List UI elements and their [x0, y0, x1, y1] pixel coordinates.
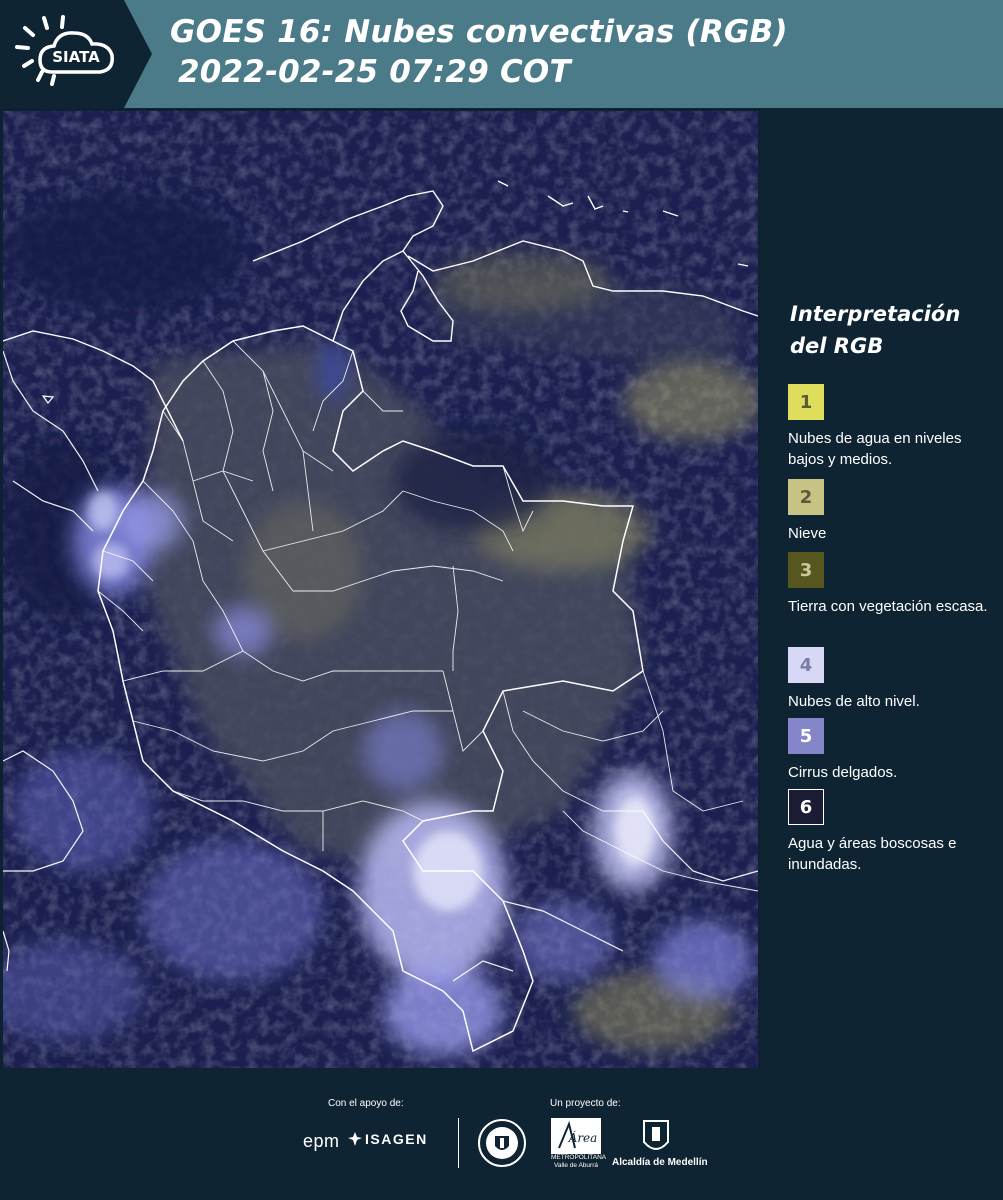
legend-swatch: 2 [788, 479, 824, 515]
alcaldia-shield-icon [643, 1120, 669, 1150]
legend-label: Agua y áreas boscosas e inundadas. [788, 835, 957, 873]
timestamp: 2022-02-25 07:29 COT [178, 54, 571, 90]
svg-text:Área: Área [568, 1130, 598, 1145]
legend-swatch: 5 [788, 718, 824, 754]
legend-label: Nubes de agua en niveles bajos y medios. [788, 430, 962, 468]
alcaldia-logo-text: Alcaldía de Medellín [612, 1157, 708, 1168]
legend-item-1: 1 Nubes de agua en niveles bajos y medio… [788, 384, 998, 470]
legend-item-5: 5 Cirrus delgados. [788, 718, 998, 783]
medellin-seal-icon [478, 1119, 526, 1167]
legend-label: Nubes de alto nivel. [788, 693, 920, 710]
project-caption: Un proyecto de: [550, 1098, 621, 1109]
page-title: GOES 16: Nubes convectivas (RGB) [170, 14, 788, 50]
legend-item-6: 6 Agua y áreas boscosas e inundadas. [788, 789, 998, 875]
footer-divider [458, 1118, 459, 1168]
footer: Con el apoyo de: Un proyecto de: epm ISA… [0, 1068, 1003, 1200]
isagen-logo: ISAGEN [365, 1131, 428, 1147]
legend-item-4: 4 Nubes de alto nivel. [788, 647, 998, 712]
legend-swatch: 6 [788, 789, 824, 825]
legend-label: Tierra con vegetación escasa. [788, 598, 988, 615]
legend-swatch: 1 [788, 384, 824, 420]
legend-swatch: 3 [788, 552, 824, 588]
header: SIATA GOES 16: Nubes convectivas (RGB) 2… [0, 0, 1003, 108]
legend-label: Cirrus delgados. [788, 764, 898, 781]
area-metropolitana-logo: Área [551, 1118, 601, 1154]
siata-logo: SIATA [0, 0, 152, 108]
isagen-mark-icon [348, 1132, 362, 1146]
satellite-map [3, 111, 758, 1069]
legend-item-2: 2 Nieve [788, 479, 998, 544]
legend-item-3: 3 Tierra con vegetación escasa. [788, 552, 998, 617]
epm-logo: epm [303, 1131, 340, 1151]
legend-panel: Interpretación del RGB 1 Nubes de agua e… [760, 108, 1003, 1068]
legend-label: Nieve [788, 525, 827, 542]
legend-title: Interpretación del RGB [790, 302, 961, 358]
support-caption: Con el apoyo de: [328, 1098, 404, 1109]
area-metropolitana-subtitle: METROPOLITANA Valle de Aburrá [551, 1154, 607, 1169]
legend-swatch: 4 [788, 647, 824, 683]
logo-text: SIATA [52, 48, 100, 66]
